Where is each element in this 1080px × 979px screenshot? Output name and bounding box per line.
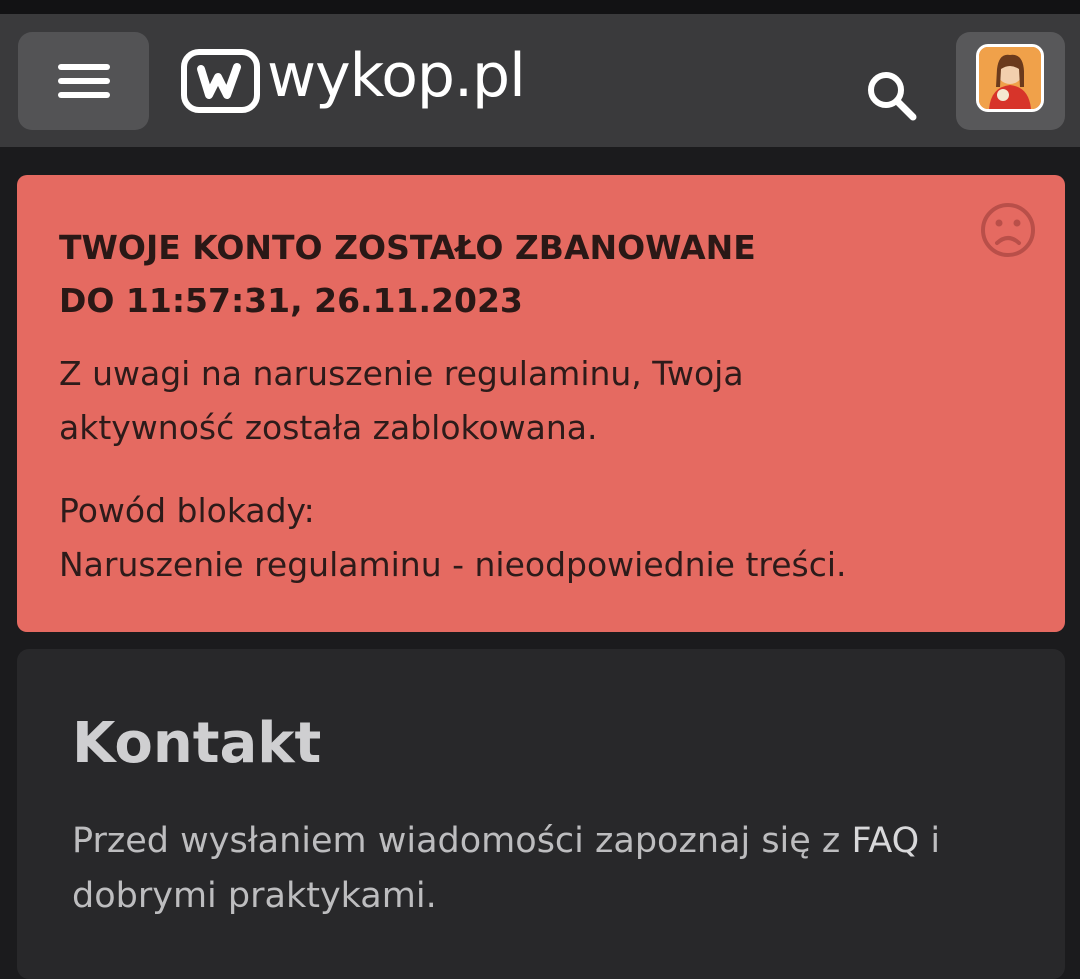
avatar bbox=[976, 44, 1044, 112]
ban-reason: Powód blokady: Naruszenie regulaminu - n… bbox=[59, 484, 1019, 592]
ban-title-line-1: TWOJE KONTO ZOSTAŁO ZBANOWANE bbox=[59, 228, 756, 267]
search-button[interactable] bbox=[862, 66, 922, 126]
contact-text-middle: i bbox=[919, 821, 941, 861]
ban-message: Z uwagi na naruszenie regulaminu, Twoja … bbox=[59, 347, 1019, 455]
user-avatar-button[interactable] bbox=[956, 32, 1065, 130]
contact-title: Kontakt bbox=[72, 711, 322, 776]
top-navigation-bar: wykop.pl bbox=[0, 14, 1080, 147]
status-strip bbox=[0, 0, 1080, 14]
menu-button[interactable] bbox=[18, 32, 149, 130]
contact-text-before-link: Przed wysłaniem wiadomości zapoznaj się … bbox=[72, 821, 852, 861]
ban-reason-value: Naruszenie regulaminu - nieodpowiednie t… bbox=[59, 545, 847, 584]
contact-description: Przed wysłaniem wiadomości zapoznaj się … bbox=[72, 814, 1012, 924]
contact-card: Kontakt Przed wysłaniem wiadomości zapoz… bbox=[17, 649, 1065, 979]
ban-message-line-2: aktywność została zablokowana. bbox=[59, 408, 598, 447]
ban-title: TWOJE KONTO ZOSTAŁO ZBANOWANE DO 11:57:3… bbox=[59, 221, 959, 327]
ban-message-line-1: Z uwagi na naruszenie regulaminu, Twoja bbox=[59, 354, 744, 393]
ban-title-line-2: DO 11:57:31, 26.11.2023 bbox=[59, 281, 523, 320]
sad-face-icon bbox=[981, 203, 1035, 257]
ban-notice-card: TWOJE KONTO ZOSTAŁO ZBANOWANE DO 11:57:3… bbox=[17, 175, 1065, 632]
ban-reason-label: Powód blokady: bbox=[59, 491, 315, 530]
faq-link[interactable]: FAQ bbox=[851, 821, 919, 861]
search-icon bbox=[868, 72, 917, 121]
contact-text-line-2[interactable]: dobrymi praktykami. bbox=[72, 869, 1012, 924]
logo-text: wykop.pl bbox=[267, 41, 526, 111]
wykop-logo-icon bbox=[181, 49, 260, 113]
